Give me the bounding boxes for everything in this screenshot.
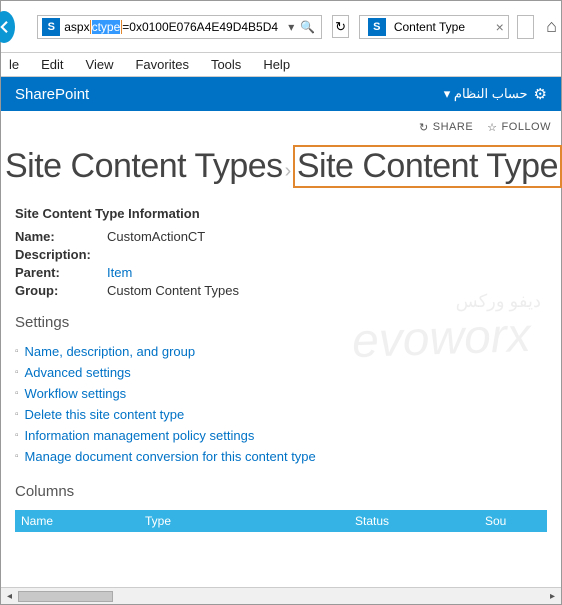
menu-favorites[interactable]: Favorites: [135, 57, 188, 72]
scroll-left-icon[interactable]: ◂: [1, 588, 18, 605]
scroll-track[interactable]: [18, 588, 544, 605]
settings-link[interactable]: Delete this site content type: [25, 407, 185, 422]
brand-label: SharePoint: [15, 86, 89, 103]
chevron-right-icon: ›: [285, 160, 291, 183]
address-bar[interactable]: S aspxctype=0x0100E076A4E49D4B5D4 ▾ 🔍: [37, 15, 322, 39]
breadcrumb-parent[interactable]: Site Content Types: [5, 147, 283, 186]
main-content: Site Content Type Information Name:Custo…: [1, 198, 561, 540]
group-value: Custom Content Types: [107, 283, 239, 298]
group-label: Group:: [15, 283, 107, 298]
share-button[interactable]: ↻ SHARE: [419, 121, 473, 134]
info-header: Site Content Type Information: [15, 206, 547, 221]
settings-link[interactable]: Manage document conversion for this cont…: [25, 449, 316, 464]
search-icon[interactable]: 🔍: [300, 20, 315, 34]
account-menu[interactable]: حساب النظام ▾: [444, 86, 528, 102]
back-button[interactable]: [0, 11, 15, 43]
url-text: aspxctype=0x0100E076A4E49D4B5D4: [64, 20, 278, 34]
reload-button[interactable]: ↻: [332, 15, 349, 38]
name-label: Name:: [15, 229, 107, 244]
menu-view[interactable]: View: [86, 57, 114, 72]
settings-list: Name, description, and group Advanced se…: [15, 341, 547, 467]
new-tab-button[interactable]: [517, 15, 534, 39]
home-icon[interactable]: ⌂: [546, 16, 557, 37]
settings-link[interactable]: Name, description, and group: [25, 344, 196, 359]
follow-button[interactable]: ☆ FOLLOW: [487, 121, 551, 134]
gear-icon[interactable]: ⚙: [534, 85, 547, 103]
sharepoint-icon: S: [42, 18, 60, 36]
tab-title: Content Type: [394, 20, 465, 34]
col-name[interactable]: Name: [15, 514, 145, 528]
action-bar: ↻ SHARE ☆ FOLLOW: [1, 111, 561, 143]
settings-header: Settings: [15, 314, 547, 331]
url-tools: ▾ 🔍: [288, 20, 321, 34]
breadcrumb: Site Content Types › Site Content Type: [1, 143, 561, 198]
settings-link[interactable]: Advanced settings: [25, 365, 131, 380]
col-source[interactable]: Sou: [485, 514, 547, 528]
scroll-right-icon[interactable]: ▸: [544, 588, 561, 605]
page-title: Site Content Type: [293, 145, 562, 188]
parent-link[interactable]: Item: [107, 265, 132, 280]
columns-header: Columns: [15, 483, 547, 500]
columns-header-row: Name Type Status Sou: [15, 510, 547, 532]
menu-file[interactable]: le: [9, 57, 19, 72]
menu-edit[interactable]: Edit: [41, 57, 63, 72]
browser-chrome: S aspxctype=0x0100E076A4E49D4B5D4 ▾ 🔍 ↻ …: [1, 1, 561, 53]
scroll-thumb[interactable]: [18, 591, 113, 602]
close-icon[interactable]: ×: [496, 19, 504, 35]
browser-tab[interactable]: S Content Type ×: [359, 15, 509, 39]
name-value: CustomActionCT: [107, 229, 205, 244]
col-type[interactable]: Type: [145, 514, 355, 528]
settings-link[interactable]: Information management policy settings: [25, 428, 255, 443]
settings-link[interactable]: Workflow settings: [25, 386, 127, 401]
arrow-left-icon: [0, 18, 13, 36]
desc-label: Description:: [15, 247, 107, 262]
menu-tools[interactable]: Tools: [211, 57, 241, 72]
menu-help[interactable]: Help: [263, 57, 290, 72]
dropdown-icon[interactable]: ▾: [288, 20, 294, 34]
horizontal-scrollbar[interactable]: ◂ ▸: [1, 587, 561, 604]
sharepoint-bar: SharePoint ⚙ حساب النظام ▾: [1, 77, 561, 111]
parent-label: Parent:: [15, 265, 107, 280]
menu-bar: le Edit View Favorites Tools Help: [1, 53, 561, 77]
col-status[interactable]: Status: [355, 514, 485, 528]
sharepoint-icon: S: [368, 18, 386, 36]
